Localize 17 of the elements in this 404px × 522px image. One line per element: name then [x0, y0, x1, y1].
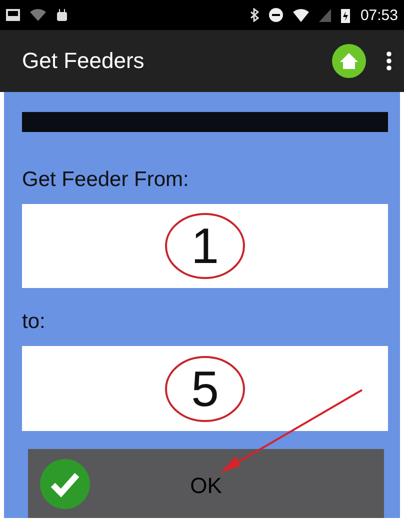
wifi-icon — [293, 8, 310, 22]
signal-icon — [319, 8, 332, 22]
from-label: Get Feeder From: — [22, 168, 190, 192]
to-label: to: — [22, 310, 46, 334]
check-icon — [40, 458, 90, 509]
more-options-icon[interactable] — [386, 51, 392, 71]
bluetooth-icon — [250, 8, 260, 22]
status-time: 07:53 — [360, 6, 398, 24]
home-icon[interactable] — [332, 44, 366, 78]
robot-icon — [56, 9, 68, 21]
wifi-icon — [30, 9, 46, 21]
battery-icon — [341, 8, 350, 22]
to-field[interactable]: 5 — [22, 346, 388, 432]
minus-circle-icon — [269, 8, 284, 22]
from-field[interactable]: 1 — [22, 204, 388, 288]
image-icon — [6, 9, 20, 21]
app-title: Get Feeders — [22, 48, 146, 74]
